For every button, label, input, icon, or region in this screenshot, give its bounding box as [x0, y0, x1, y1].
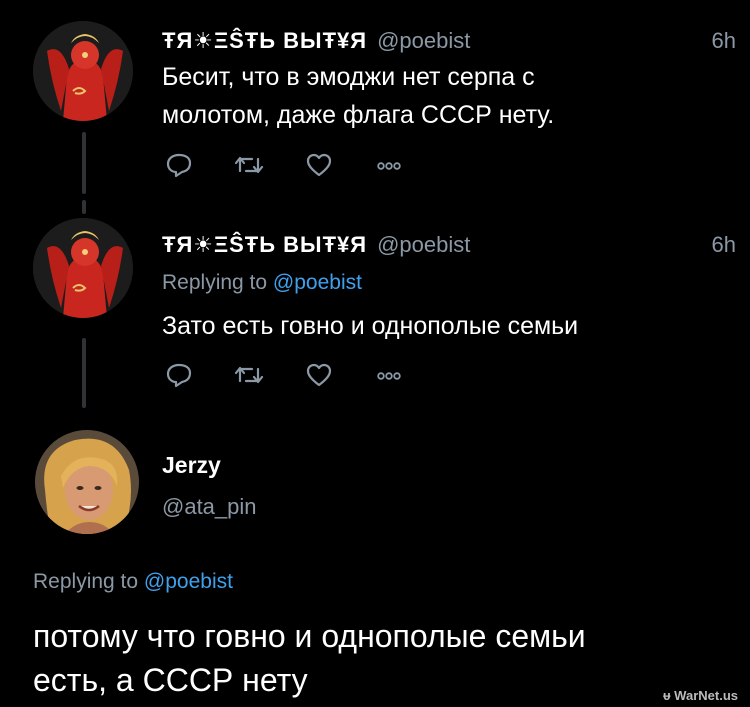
focused-tweet[interactable]: Jerzy @ata_pin Replying to @poebist пото…: [0, 410, 750, 707]
retweet-icon: [234, 156, 264, 174]
user-handle[interactable]: @poebist: [377, 232, 470, 257]
tweet-actions: [164, 360, 444, 390]
thread-line: [82, 132, 86, 194]
avatar[interactable]: [35, 430, 139, 534]
more-button[interactable]: [374, 360, 404, 390]
watermark: ᵾ WarNet.us: [663, 688, 738, 703]
retweet-button[interactable]: [234, 150, 264, 180]
more-icon: [377, 372, 401, 380]
replying-to: Replying to @poebist: [33, 570, 233, 593]
like-icon: [306, 363, 332, 387]
user-handle[interactable]: @ata_pin: [162, 494, 257, 520]
tweet-2[interactable]: ŦЯ☀ΞŜŦЬ ВЫŦ¥Я @poebist 6h Replying to @po…: [0, 200, 750, 410]
timestamp[interactable]: 6h: [712, 232, 736, 258]
thread-line: [82, 200, 86, 214]
display-name[interactable]: ŦЯ☀ΞŜŦЬ ВЫŦ¥Я @poebist: [162, 232, 470, 258]
mention-link[interactable]: @poebist: [144, 570, 233, 593]
retweet-icon: [234, 366, 264, 384]
thread-line: [82, 338, 86, 408]
tweet-1[interactable]: ŦЯ☀ΞŜŦЬ ВЫŦ¥Я @poebist 6h Бесит, что в эм…: [0, 0, 750, 200]
red-soviet-art-icon: [33, 21, 133, 121]
display-name[interactable]: ŦЯ☀ΞŜŦЬ ВЫŦ¥Я @poebist: [162, 28, 470, 54]
like-icon: [306, 153, 332, 177]
blonde-man-photo-icon: [35, 430, 139, 534]
red-soviet-art-icon: [33, 218, 133, 318]
reply-icon: [166, 363, 192, 388]
reply-button[interactable]: [164, 360, 194, 390]
tweet-text: Зато есть говно и однополые семьи: [162, 312, 579, 340]
tweet-actions: [164, 150, 444, 180]
tweet-text: Бесит, что в эмоджи нет серпа с молотом,…: [162, 63, 555, 129]
retweet-button[interactable]: [234, 360, 264, 390]
more-icon: [377, 162, 401, 170]
like-button[interactable]: [304, 150, 334, 180]
reply-icon: [166, 153, 192, 178]
timestamp[interactable]: 6h: [712, 28, 736, 54]
reply-button[interactable]: [164, 150, 194, 180]
more-button[interactable]: [374, 150, 404, 180]
avatar[interactable]: [33, 21, 133, 121]
display-name[interactable]: Jerzy: [162, 452, 221, 479]
avatar[interactable]: [33, 218, 133, 318]
tweet-text: потому что говно и однополые семьи есть,…: [33, 618, 586, 698]
replying-to: Replying to @poebist: [162, 271, 362, 294]
like-button[interactable]: [304, 360, 334, 390]
mention-link[interactable]: @poebist: [273, 271, 362, 294]
user-handle[interactable]: @poebist: [377, 28, 470, 53]
